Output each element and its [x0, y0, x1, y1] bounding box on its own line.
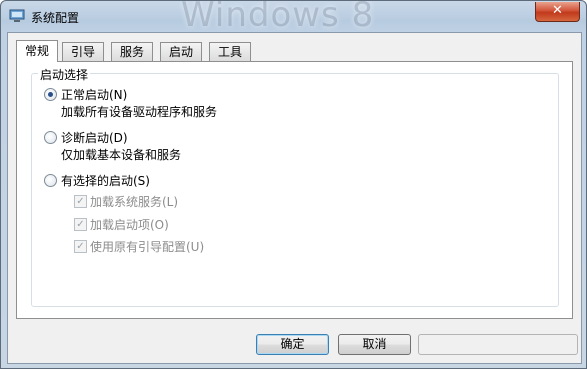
app-icon [9, 9, 25, 22]
load-system-services-label: 加载系统服务(L) [90, 195, 179, 209]
cancel-button[interactable]: 取消 [338, 334, 411, 355]
tab-boot[interactable]: 引导 [62, 42, 105, 61]
diagnostic-startup-label[interactable]: 诊断启动(D) [61, 129, 128, 146]
tab-general[interactable]: 常规 [16, 40, 59, 62]
load-startup-items-label: 加载启动项(O) [90, 218, 169, 232]
general-tab-panel: 启动选择 正常启动(N) 加载所有设备驱动程序和服务 诊断启动(D) 仅加载基本… [16, 61, 573, 319]
selective-startup-label[interactable]: 有选择的启动(S) [61, 172, 150, 189]
use-original-boot-config-checkbox[interactable]: ✓ [74, 240, 87, 253]
tab-services[interactable]: 服务 [111, 42, 154, 61]
dialog-client: 常规 引导 服务 启动 工具 启动选择 正常启动(N) 加载所有设备驱动程序和服… [7, 32, 582, 364]
watermark-text: Windows 8 [181, 0, 375, 35]
apply-button[interactable] [418, 334, 578, 355]
normal-startup-desc: 加载所有设备驱动程序和服务 [61, 105, 218, 119]
load-system-services-checkbox[interactable]: ✓ [74, 195, 87, 208]
system-config-window: 系统配置 Windows 8 ✕ 常规 引导 服务 启动 工具 启动选择 正常启… [0, 0, 587, 369]
tab-tools[interactable]: 工具 [209, 42, 252, 61]
diagnostic-startup-radio[interactable] [44, 131, 57, 144]
tab-startup[interactable]: 启动 [160, 42, 203, 61]
ok-button[interactable]: 确定 [256, 334, 329, 355]
normal-startup-radio[interactable] [44, 88, 57, 101]
close-button[interactable]: ✕ [535, 2, 580, 22]
title-bar[interactable]: 系统配置 Windows 8 ✕ [1, 0, 586, 35]
window-title: 系统配置 [31, 11, 80, 25]
selective-startup-radio[interactable] [44, 174, 57, 187]
group-label: 启动选择 [38, 66, 91, 83]
diagnostic-startup-desc: 仅加载基本设备和服务 [61, 148, 182, 162]
normal-startup-label[interactable]: 正常启动(N) [61, 86, 127, 103]
load-startup-items-checkbox[interactable]: ✓ [74, 218, 87, 231]
use-original-boot-config-label: 使用原有引导配置(U) [90, 240, 205, 254]
close-icon: ✕ [552, 3, 563, 18]
startup-selection-group: 启动选择 正常启动(N) 加载所有设备驱动程序和服务 诊断启动(D) 仅加载基本… [31, 66, 559, 307]
